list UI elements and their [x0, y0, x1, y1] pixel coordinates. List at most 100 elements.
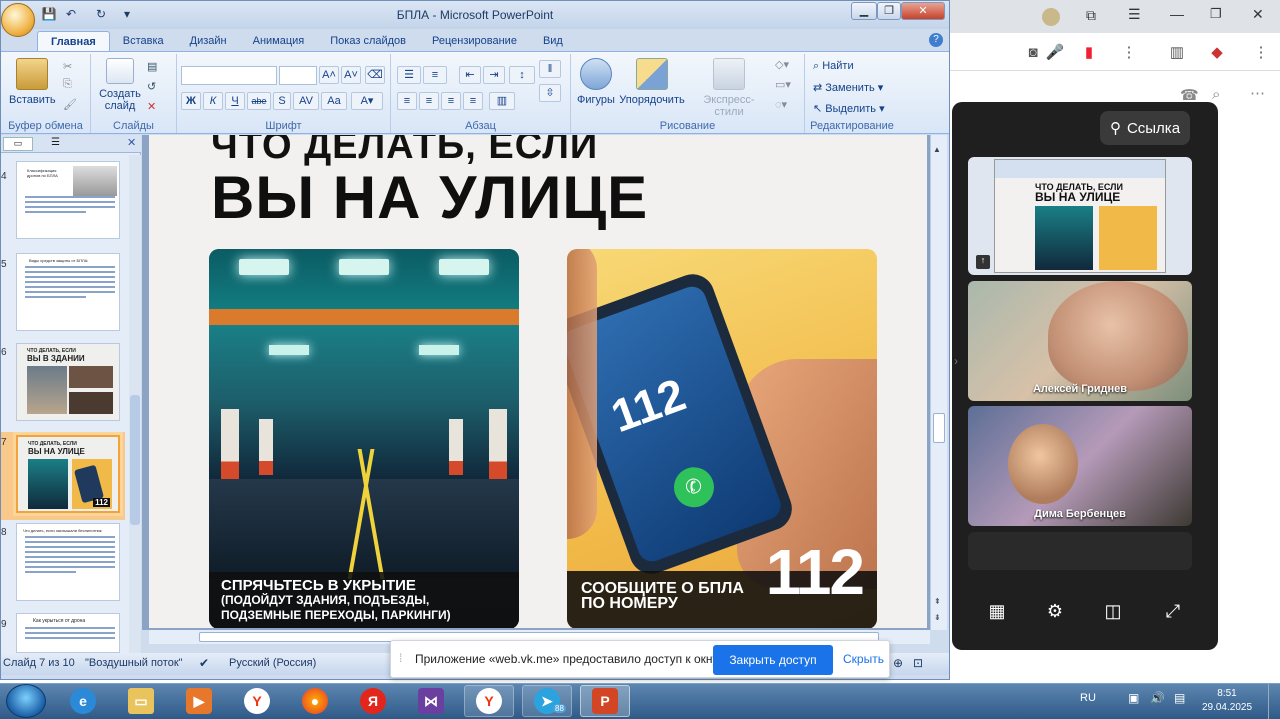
- close-button[interactable]: ✕: [901, 2, 945, 20]
- more-dots-icon[interactable]: ⋯: [1250, 84, 1265, 102]
- minimize-button[interactable]: ▁: [851, 2, 877, 20]
- taskbar-explorer[interactable]: ▭: [116, 685, 166, 717]
- shrink-font-icon[interactable]: A˅: [341, 66, 361, 84]
- volume-icon[interactable]: 🔊: [1150, 691, 1165, 705]
- vertical-scrollbar[interactable]: ▲ ⇞ ⇟: [930, 135, 947, 630]
- justify-icon[interactable]: ≡: [463, 92, 483, 110]
- report-card[interactable]: 112 ✆ СООБЩИТЕ О БПЛА ПО НОМЕРУ 112: [567, 249, 877, 628]
- tab-view[interactable]: Вид: [530, 31, 576, 51]
- slide-canvas[interactable]: ЧТО ДЕЛАТЬ, ЕСЛИ ВЫ НА УЛИЦЕ СПРЯЧЬТЕСЬ …: [149, 135, 927, 628]
- prev-slide-icon[interactable]: ⇞: [934, 597, 941, 606]
- show-desktop-button[interactable]: [1268, 684, 1280, 719]
- language-status[interactable]: Русский (Россия): [229, 657, 316, 669]
- align-center-icon[interactable]: ≡: [419, 92, 439, 110]
- participant-tile-2[interactable]: Дима Бербенцев: [968, 406, 1192, 526]
- underline-button[interactable]: Ч: [225, 92, 245, 110]
- spacing-icon[interactable]: AV: [293, 92, 319, 110]
- paste-button[interactable]: Вставить: [9, 58, 56, 106]
- slide-thumb-8[interactable]: Что делать, если заслышали беспилотник: [16, 523, 120, 601]
- participant-tile-3[interactable]: [968, 532, 1192, 570]
- start-button[interactable]: [6, 684, 46, 718]
- layout-icon[interactable]: ▤: [147, 60, 157, 73]
- slide-thumb-7[interactable]: ЧТО ДЕЛАТЬ, ЕСЛИ ВЫ НА УЛИЦЕ 112: [16, 435, 120, 513]
- format-painter-icon[interactable]: 🖌: [63, 98, 77, 111]
- collections-icon[interactable]: ⧉: [1086, 7, 1096, 24]
- delete-slide-icon[interactable]: ✕: [147, 100, 156, 113]
- restore-icon[interactable]: ❐: [1210, 6, 1222, 22]
- fill-icon[interactable]: ◇▾: [775, 58, 789, 71]
- shadow-button[interactable]: S: [273, 92, 291, 110]
- font-name-combo[interactable]: [181, 66, 277, 85]
- new-slide-button[interactable]: Создать слайд: [97, 58, 143, 112]
- slides-tab-icon[interactable]: ▭: [3, 137, 33, 151]
- reset-icon[interactable]: ↺: [147, 80, 156, 93]
- close-icon[interactable]: ✕: [1252, 6, 1264, 23]
- extension-badge-icon[interactable]: ◆: [1206, 41, 1228, 63]
- hide-button[interactable]: Скрыть: [843, 652, 884, 666]
- extension-icon[interactable]: [1042, 8, 1060, 26]
- case-icon[interactable]: Aa: [321, 92, 347, 110]
- strikethrough-button[interactable]: abe: [247, 92, 271, 110]
- participant-tile-1[interactable]: Алексей Гриднев: [968, 281, 1192, 401]
- fit-icon[interactable]: ⊡: [913, 656, 923, 670]
- align-text-icon[interactable]: ⇳: [539, 84, 561, 102]
- taskbar-yandex-browser[interactable]: Y: [232, 685, 282, 717]
- upload-icon[interactable]: ↑: [976, 255, 990, 269]
- menu-icon[interactable]: ☰: [1128, 6, 1141, 23]
- slide-thumb-5[interactable]: Виды средств защиты от БПЛА:: [16, 253, 120, 331]
- device-icon[interactable]: ▣: [1128, 691, 1139, 705]
- layout-icon[interactable]: ◫: [1100, 598, 1126, 624]
- link-button[interactable]: ⚲ Ссылка: [1100, 111, 1190, 145]
- shared-screen-tile[interactable]: ЧТО ДЕЛАТЬ, ЕСЛИ ВЫ НА УЛИЦЕ ↑: [968, 157, 1192, 275]
- line-spacing-icon[interactable]: ↕: [509, 66, 535, 84]
- microphone-icon[interactable]: 🎤: [1044, 41, 1066, 63]
- font-size-combo[interactable]: [279, 66, 317, 85]
- grow-font-icon[interactable]: A˄: [319, 66, 339, 84]
- scroll-thumb[interactable]: [933, 413, 945, 443]
- align-left-icon[interactable]: ≡: [397, 92, 417, 110]
- select-button[interactable]: ↖ Выделить ▾: [813, 102, 885, 115]
- sidebar-icon[interactable]: ▥: [1166, 41, 1188, 63]
- tab-slideshow[interactable]: Показ слайдов: [317, 31, 419, 51]
- taskbar-powerpoint[interactable]: P: [580, 685, 630, 717]
- chevron-left-icon[interactable]: ›: [954, 354, 958, 368]
- settings-icon[interactable]: ⚙: [1042, 598, 1068, 624]
- taskbar-visual-studio[interactable]: ⋈: [406, 685, 456, 717]
- undo-icon[interactable]: ↶: [63, 7, 79, 23]
- tab-design[interactable]: Дизайн: [177, 31, 240, 51]
- numbering-icon[interactable]: ≡: [423, 66, 447, 84]
- more-icon[interactable]: ⋮: [1118, 41, 1140, 63]
- next-slide-icon[interactable]: ⇟: [934, 613, 941, 622]
- taskbar-media[interactable]: ▶: [174, 685, 224, 717]
- thumbs-scrollbar[interactable]: [129, 155, 141, 653]
- replace-button[interactable]: ⇄ Заменить ▾: [813, 81, 883, 94]
- shelter-card[interactable]: СПРЯЧЬТЕСЬ В УКРЫТИЕ (ПОДОЙДУТ ЗДАНИЯ, П…: [209, 249, 519, 628]
- clear-format-icon[interactable]: ⌫: [365, 66, 385, 84]
- scroll-thumb[interactable]: [130, 395, 140, 525]
- zoom-icon[interactable]: ⊕: [893, 656, 903, 670]
- outline-icon[interactable]: ▭▾: [775, 78, 791, 91]
- effects-icon[interactable]: ◌▾: [775, 98, 787, 111]
- quick-styles-button[interactable]: Экспресс-стили: [689, 58, 769, 118]
- slide-title-line2[interactable]: ВЫ НА УЛИЦЕ: [211, 163, 648, 232]
- camera-off-icon[interactable]: ◙: [1022, 41, 1044, 63]
- slide-thumb-6[interactable]: ЧТО ДЕЛАТЬ, ЕСЛИ ВЫ В ЗДАНИИ: [16, 343, 120, 421]
- close-panel-icon[interactable]: ✕: [127, 136, 136, 149]
- columns-icon[interactable]: ▥: [489, 92, 515, 110]
- italic-button[interactable]: К: [203, 92, 223, 110]
- stop-sharing-button[interactable]: Закрыть доступ: [713, 645, 833, 675]
- minimize-icon[interactable]: —: [1170, 6, 1184, 22]
- slide-thumb-4[interactable]: Классификация дронов по БПЛА: [16, 161, 120, 239]
- align-right-icon[interactable]: ≡: [441, 92, 461, 110]
- help-icon[interactable]: ?: [929, 33, 943, 47]
- redo-icon[interactable]: ↻: [93, 7, 109, 23]
- tab-insert[interactable]: Вставка: [110, 31, 177, 51]
- network-icon[interactable]: ▤: [1174, 691, 1185, 705]
- tab-home[interactable]: Главная: [37, 31, 110, 51]
- fullscreen-icon[interactable]: ⤢: [1160, 598, 1186, 624]
- clock[interactable]: 8:51 29.04.2025: [1196, 687, 1258, 715]
- taskbar-telegram[interactable]: ➤ 88: [522, 685, 572, 717]
- text-direction-icon[interactable]: ‖: [539, 60, 561, 78]
- tab-review[interactable]: Рецензирование: [419, 31, 530, 51]
- language-indicator[interactable]: RU: [1080, 692, 1096, 704]
